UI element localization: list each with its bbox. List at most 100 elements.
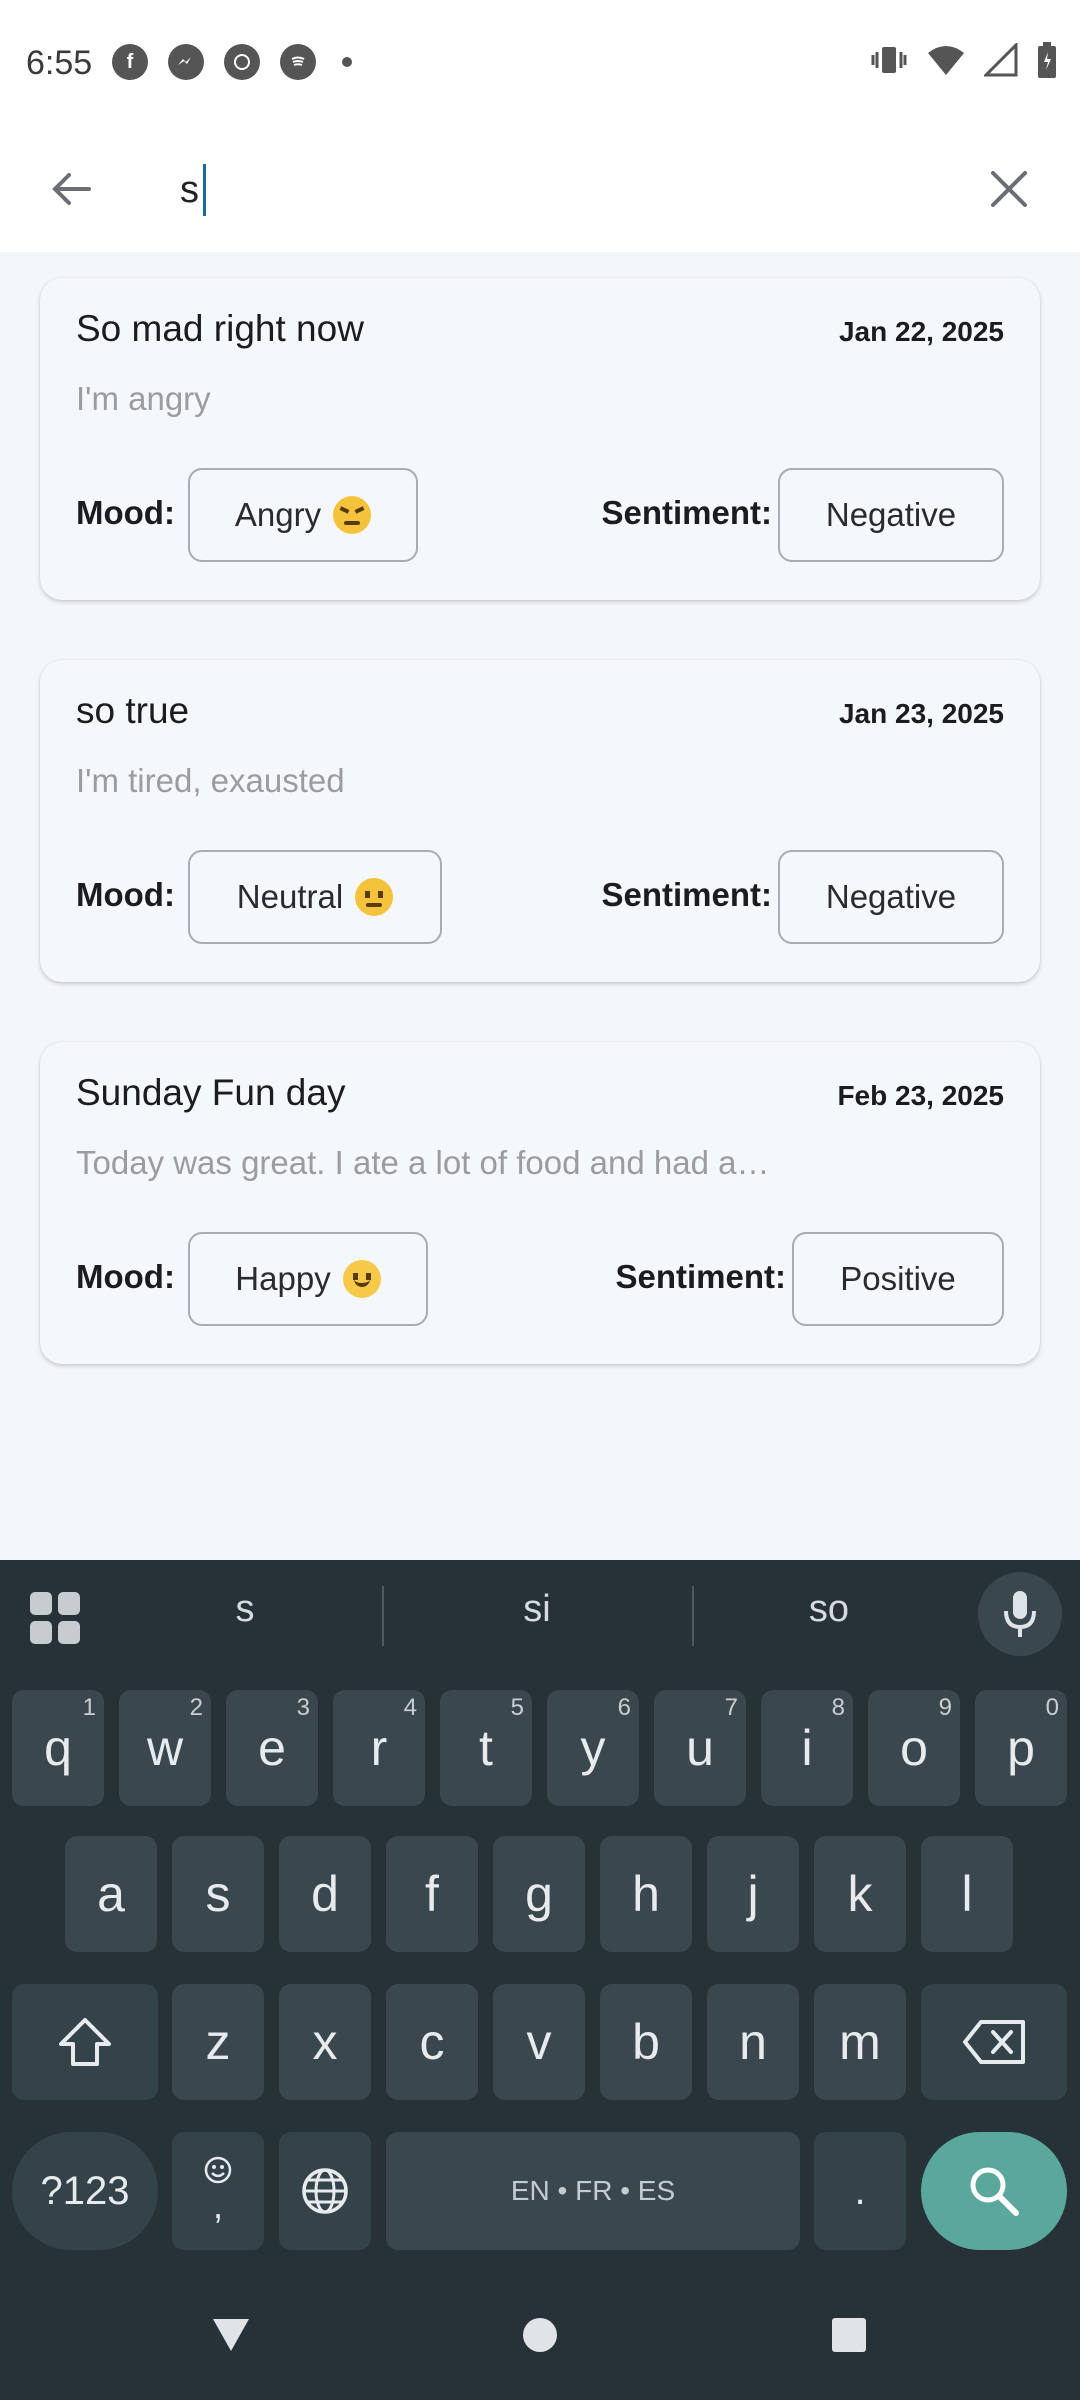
entry-preview: I'm angry	[76, 380, 211, 417]
search-icon	[970, 2167, 1019, 2216]
sentiment-chip[interactable]: Negative	[778, 468, 1004, 562]
key-d[interactable]: d	[279, 1836, 371, 1952]
shift-key[interactable]	[12, 1984, 158, 2100]
messenger-icon	[168, 44, 204, 80]
mood-value: Neutral	[236, 878, 344, 915]
globe-icon	[302, 2168, 348, 2214]
search-key[interactable]	[921, 2132, 1067, 2250]
key-k[interactable]: k	[814, 1836, 906, 1952]
key-z[interactable]: z	[172, 1984, 264, 2100]
mood-label: Mood:	[76, 494, 175, 531]
voice-input-button[interactable]	[978, 1572, 1062, 1656]
mood-chip[interactable]: Neutral	[188, 850, 442, 944]
suggestion-item[interactable]: s	[100, 1588, 390, 1631]
nav-home-button[interactable]	[505, 2300, 575, 2370]
key-c[interactable]: c	[386, 1984, 478, 2100]
journal-entry-card[interactable]: so true Jan 23, 2025 I'm tired, exausted…	[40, 660, 1040, 982]
journal-entry-card[interactable]: Sunday Fun day Feb 23, 2025 Today was gr…	[40, 1042, 1040, 1364]
notification-icons: f	[112, 44, 352, 80]
emoji-comma-key[interactable]: ,	[172, 2132, 264, 2250]
back-button[interactable]	[36, 154, 106, 224]
home-circle-icon	[523, 2318, 557, 2352]
key-v[interactable]: v	[493, 1984, 585, 2100]
key-q[interactable]: q1	[12, 1690, 104, 1806]
clear-search-button[interactable]	[974, 154, 1044, 224]
symbols-key[interactable]: ?123	[12, 2132, 158, 2250]
key-p[interactable]: p0	[975, 1690, 1067, 1806]
key-f[interactable]: f	[386, 1836, 478, 1952]
shift-icon	[59, 2018, 111, 2066]
key-a[interactable]: a	[65, 1836, 157, 1952]
search-input-value: s	[180, 168, 199, 211]
cellular-signal-icon	[984, 43, 1018, 77]
key-o[interactable]: o9	[868, 1690, 960, 1806]
key-x[interactable]: x	[279, 1984, 371, 2100]
suggestion-divider	[382, 1586, 384, 1646]
sentiment-label: Sentiment:	[601, 876, 772, 913]
battery-icon	[1038, 42, 1056, 78]
key-l[interactable]: l	[921, 1836, 1013, 1952]
neutral-face-icon	[355, 878, 394, 916]
status-time: 6:55	[26, 44, 93, 82]
entry-date: Jan 23, 2025	[838, 698, 1004, 729]
key-m[interactable]: m	[814, 1984, 906, 2100]
wifi-icon	[928, 46, 964, 75]
entry-title: so true	[76, 690, 190, 731]
key-j[interactable]: j	[707, 1836, 799, 1952]
entry-preview: Today was great. I ate a lot of food and…	[76, 1144, 770, 1181]
back-arrow-icon	[52, 173, 91, 205]
key-w[interactable]: w2	[119, 1690, 211, 1806]
comma-label: ,	[212, 2185, 223, 2226]
mood-chip[interactable]: Angry	[188, 468, 418, 562]
back-triangle-icon	[213, 2319, 249, 2351]
search-input[interactable]: s	[180, 158, 960, 222]
sentiment-value: Negative	[825, 878, 957, 915]
entry-title: Sunday Fun day	[76, 1072, 346, 1113]
sentiment-label: Sentiment:	[601, 494, 772, 531]
backspace-icon	[963, 2020, 1025, 2064]
smiling-face-icon	[342, 1260, 381, 1298]
vibrate-icon	[871, 47, 907, 73]
key-n[interactable]: n	[707, 1984, 799, 2100]
recents-square-icon	[832, 2318, 866, 2352]
suggestion-item[interactable]: so	[684, 1588, 974, 1631]
microphone-icon	[1004, 1591, 1036, 1637]
backspace-key[interactable]	[921, 1984, 1067, 2100]
keyboard-apps-icon[interactable]	[30, 1592, 82, 1644]
suggestion-item[interactable]: si	[392, 1588, 682, 1631]
suggestion-strip: s si so	[0, 1560, 1080, 1670]
key-h[interactable]: h	[600, 1836, 692, 1952]
key-g[interactable]: g	[493, 1836, 585, 1952]
sentiment-value: Negative	[825, 496, 957, 533]
emoji-icon	[204, 2156, 232, 2184]
close-icon	[991, 171, 1027, 207]
key-r[interactable]: r4	[333, 1690, 425, 1806]
key-s[interactable]: s	[172, 1836, 264, 1952]
journal-entry-card[interactable]: So mad right now Jan 22, 2025 I'm angry …	[40, 278, 1040, 600]
key-e[interactable]: e3	[226, 1690, 318, 1806]
text-cursor	[203, 164, 206, 216]
key-t[interactable]: t5	[440, 1690, 532, 1806]
key-b[interactable]: b	[600, 1984, 692, 2100]
whatsapp-icon	[224, 44, 260, 80]
mood-chip[interactable]: Happy	[188, 1232, 428, 1326]
sentiment-chip[interactable]: Positive	[792, 1232, 1004, 1326]
mood-label: Mood:	[76, 876, 175, 913]
period-key[interactable]: .	[814, 2132, 906, 2250]
space-key[interactable]: EN • FR • ES	[386, 2132, 800, 2250]
key-u[interactable]: u7	[654, 1690, 746, 1806]
nav-recents-button[interactable]	[814, 2300, 884, 2370]
sentiment-chip[interactable]: Negative	[778, 850, 1004, 944]
notification-dot-icon	[342, 57, 352, 67]
key-y[interactable]: y6	[547, 1690, 639, 1806]
facebook-icon: f	[112, 44, 148, 80]
system-navigation-bar	[0, 2270, 1080, 2400]
sentiment-label: Sentiment:	[615, 1258, 786, 1295]
sentiment-value: Positive	[840, 1260, 956, 1297]
entry-preview: I'm tired, exausted	[76, 762, 345, 799]
angry-face-icon	[333, 496, 372, 534]
mood-value: Happy	[235, 1260, 331, 1297]
key-i[interactable]: i8	[761, 1690, 853, 1806]
nav-back-button[interactable]	[196, 2300, 266, 2370]
language-key[interactable]	[279, 2132, 371, 2250]
